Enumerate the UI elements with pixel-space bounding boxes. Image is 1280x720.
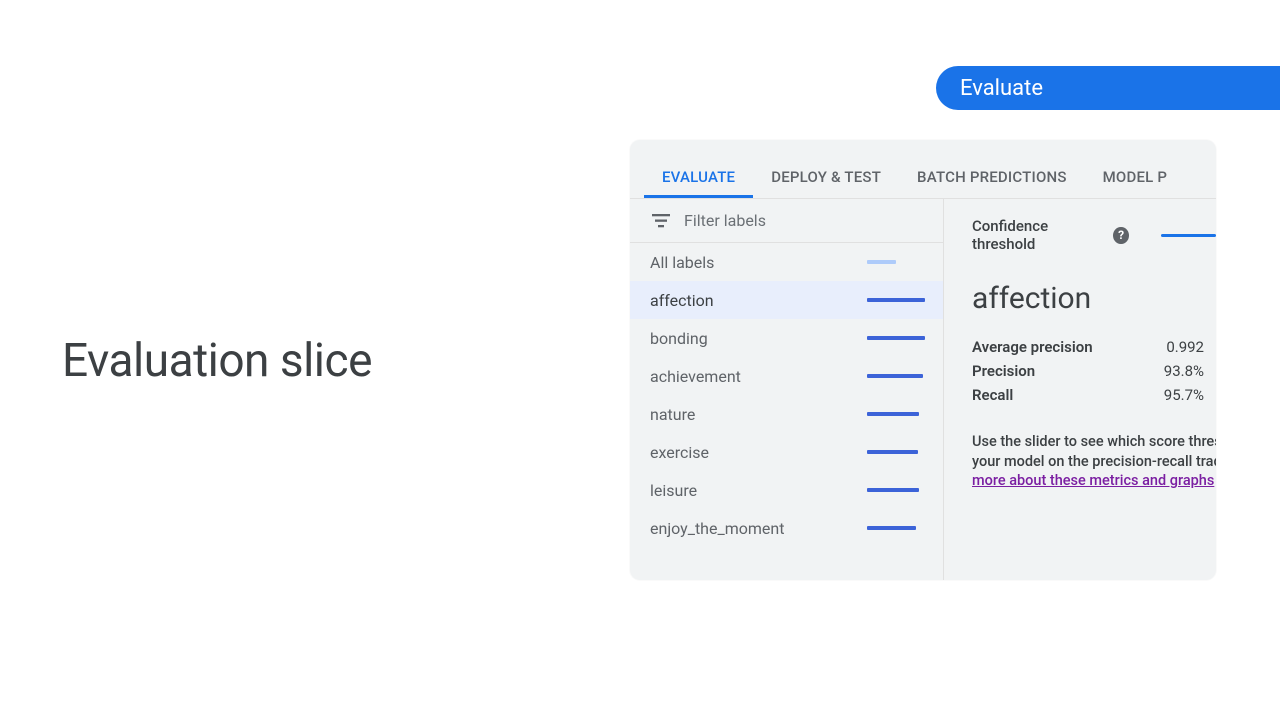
label-bar (867, 412, 925, 416)
metrics-learn-more-link[interactable]: more about these metrics and graphs (972, 472, 1214, 489)
metric-value: 93.8% (1164, 362, 1204, 380)
label-row-enjoy-the-moment[interactable]: enjoy_the_moment (630, 509, 943, 547)
desc-line1: Use the slider to see which score thresh (972, 433, 1216, 450)
filter-row[interactable]: Filter labels (630, 199, 943, 243)
label-name: nature (650, 405, 695, 424)
label-list: All labels affection bonding achievement nat… (630, 243, 943, 580)
filter-icon (652, 214, 670, 228)
label-name: exercise (650, 443, 709, 462)
label-name: leisure (650, 481, 697, 500)
label-name: affection (650, 291, 714, 310)
evaluation-panel: EVALUATEDEPLOY & TESTBATCH PREDICTIONSMO… (630, 140, 1216, 580)
tab-model-p[interactable]: MODEL P (1085, 168, 1186, 198)
label-bar (867, 260, 925, 264)
metric-row: Average precision 0.992 (972, 338, 1216, 356)
metric-label: Precision (972, 362, 1035, 380)
filter-placeholder: Filter labels (684, 211, 766, 230)
label-bar (867, 488, 925, 492)
metric-row: Recall 95.7% (972, 386, 1216, 404)
metrics-list: Average precision 0.992 Precision 93.8% Reca… (972, 338, 1216, 404)
label-row-affection[interactable]: affection (630, 281, 943, 319)
help-icon[interactable]: ? (1113, 227, 1129, 244)
label-bar (867, 298, 925, 302)
metric-value: 0.992 (1166, 338, 1204, 356)
threshold-slider[interactable] (1161, 234, 1216, 237)
labels-column: Filter labels All labels affection bonding… (630, 199, 944, 580)
tab-bar: EVALUATEDEPLOY & TESTBATCH PREDICTIONSMO… (630, 140, 1216, 198)
metric-label: Recall (972, 386, 1013, 404)
confidence-threshold-row: Confidence threshold ? (972, 217, 1216, 253)
label-name: All labels (650, 253, 714, 272)
label-row-bonding[interactable]: bonding (630, 319, 943, 357)
tab-deploy-test[interactable]: DEPLOY & TEST (753, 168, 899, 198)
label-row-leisure[interactable]: leisure (630, 471, 943, 509)
label-bar (867, 526, 925, 530)
label-bar (867, 450, 925, 454)
label-bar (867, 336, 925, 340)
slide-title: Evaluation slice (62, 334, 372, 388)
tab-batch-predictions[interactable]: BATCH PREDICTIONS (899, 168, 1085, 198)
evaluate-badge-label: Evaluate (960, 76, 1043, 101)
detail-column: Confidence threshold ? affection Average… (944, 199, 1216, 580)
metric-value: 95.7% (1164, 386, 1204, 404)
label-name: bonding (650, 329, 708, 348)
panel-body: Filter labels All labels affection bonding… (630, 198, 1216, 580)
desc-line2: your model on the precision-recall trade (972, 453, 1216, 470)
label-row-all-labels[interactable]: All labels (630, 243, 943, 281)
detail-title: affection (972, 281, 1216, 316)
metric-label: Average precision (972, 338, 1093, 356)
label-name: enjoy_the_moment (650, 519, 784, 538)
label-name: achievement (650, 367, 741, 386)
label-bar (867, 374, 925, 378)
metric-row: Precision 93.8% (972, 362, 1216, 380)
confidence-threshold-label: Confidence threshold (972, 217, 1103, 253)
description-text: Use the slider to see which score thresh… (972, 432, 1216, 491)
tab-evaluate[interactable]: EVALUATE (644, 168, 753, 198)
evaluate-badge: Evaluate (936, 66, 1280, 110)
label-row-nature[interactable]: nature (630, 395, 943, 433)
label-row-exercise[interactable]: exercise (630, 433, 943, 471)
label-row-achievement[interactable]: achievement (630, 357, 943, 395)
